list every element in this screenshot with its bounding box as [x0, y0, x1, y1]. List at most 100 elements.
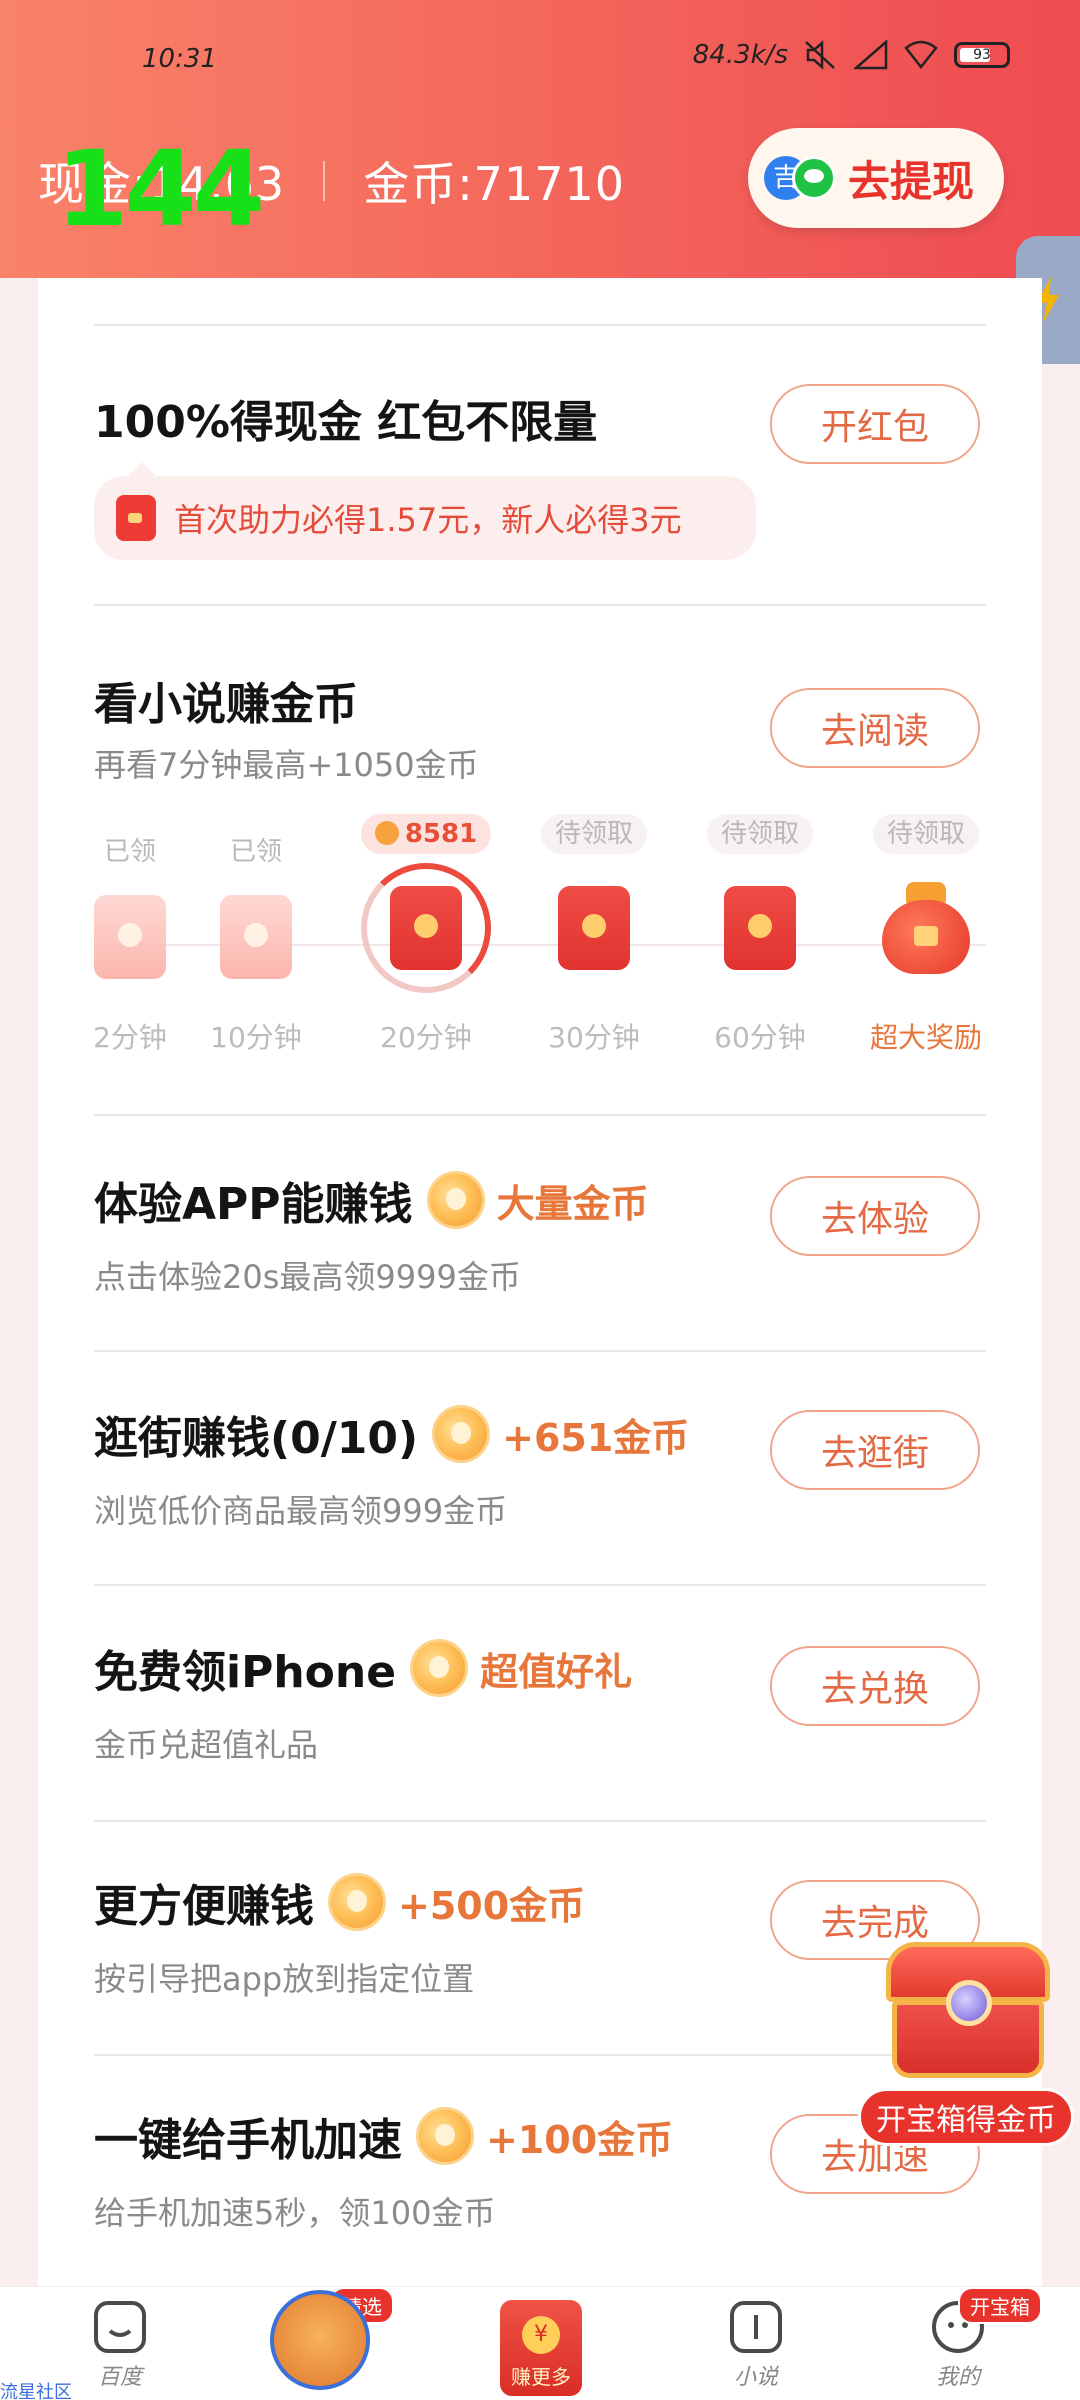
redpacket-icon [116, 495, 156, 541]
step-status: 待领取 [540, 814, 647, 854]
battery-level: 93 [973, 47, 991, 63]
task-title: 更方便赚钱 +500金币 [94, 1870, 585, 1934]
step-label: 2分钟 [93, 1021, 167, 1054]
task-title-text: 更方便赚钱 [94, 1881, 314, 1932]
redeem-button[interactable]: 去兑换 [770, 1646, 980, 1726]
withdraw-label: 去提现 [848, 156, 975, 206]
payment-icons: 吉 [764, 150, 840, 206]
redpacket-tip: 首次助力必得1.57元，新人必得3元 [94, 462, 756, 560]
treasure-button[interactable]: 开宝箱得金币 [858, 2088, 1074, 2146]
treasure-chest-icon[interactable] [872, 1942, 1062, 2092]
task-badge: +100金币 [486, 2117, 674, 2162]
coin-icon: ¥ [522, 2316, 560, 2354]
task-subtitle: 金币兑超值礼品 [94, 1726, 319, 1764]
envelope-icon [390, 886, 462, 970]
divider [94, 2054, 986, 2056]
divider [94, 1820, 986, 1822]
task-subtitle: 点击体验20s最高领9999金币 [94, 1258, 521, 1296]
step-label: 60分钟 [714, 1021, 806, 1054]
reward-step[interactable]: 待领取 60分钟 [690, 814, 830, 1056]
nav-label: 我的 [935, 2365, 980, 2390]
withdraw-button[interactable]: 吉 去提现 [748, 128, 1004, 228]
claimed-envelope-icon [220, 895, 292, 979]
battery-icon: 93 [954, 42, 1010, 68]
home-icon [94, 2301, 146, 2353]
status-icons: 84.3k/s 93 [692, 39, 1010, 70]
claimed-envelope-icon [94, 895, 166, 979]
reward-step-grand[interactable]: 待领取 超大奖励 [856, 814, 996, 1056]
nav-label: 赚更多 [511, 2365, 571, 2389]
coin-icon [410, 1639, 469, 1697]
task-subtitle: 给手机加速5秒，领100金币 [94, 2194, 496, 2232]
task-title: 免费领iPhone 超值好礼 [94, 1636, 632, 1700]
coin-icon [374, 821, 399, 845]
divider [94, 1114, 986, 1116]
step-label: 30分钟 [548, 1021, 640, 1054]
task-title: 看小说赚金币 [94, 679, 358, 730]
coin-balance: 金币:71710 [363, 157, 626, 211]
divider [94, 1584, 986, 1586]
wifi-icon [904, 40, 938, 70]
task-badge: 超值好礼 [480, 1649, 633, 1694]
status-time: 10:31 [142, 44, 217, 74]
task-title-text: 体验APP能赚钱 [94, 1179, 413, 1230]
header: 10:31 84.3k/s 93 现金:14.63 金币:71710 144 吉… [0, 0, 1080, 278]
reward-step[interactable]: 待领取 30分钟 [524, 814, 664, 1056]
divider [94, 324, 986, 326]
task-title: 一键给手机加速 +100金币 [94, 2104, 673, 2168]
task-title-text: 逛街赚钱(0/10) [94, 1413, 419, 1464]
mine-badge: 开宝箱 [958, 2287, 1042, 2324]
step-label: 超大奖励 [869, 1021, 982, 1054]
coin-icon [328, 1873, 386, 1931]
coin-icon [416, 2107, 474, 2165]
redpacket-tip-text: 首次助力必得1.57元，新人必得3元 [174, 501, 682, 539]
task-badge: +500金币 [398, 1883, 586, 1928]
task-subtitle: 再看7分钟最高+1050金币 [94, 746, 479, 784]
wallet-divider [323, 161, 326, 201]
wechat-icon [792, 156, 836, 200]
task-title-text: 免费领iPhone [94, 1647, 397, 1698]
signal-icon [852, 39, 888, 70]
open-redpacket-button[interactable]: 开红包 [770, 384, 980, 464]
reward-step[interactable]: 已领 2分钟 [60, 832, 200, 1056]
reward-step[interactable]: 已领 10分钟 [186, 832, 326, 1056]
step-label: 10分钟 [210, 1021, 302, 1054]
coin-icon [432, 1405, 491, 1463]
go-shopping-button[interactable]: 去逛街 [770, 1410, 980, 1490]
task-subtitle: 按引导把app放到指定位置 [94, 1960, 475, 1998]
mute-icon [804, 40, 838, 70]
step-status: 已领 [229, 837, 282, 867]
step-status-active: 8581 [360, 814, 492, 854]
task-title-text: 一键给手机加速 [94, 2115, 402, 2166]
task-subtitle: 浏览低价商品最高领999金币 [94, 1492, 508, 1530]
task-title: 体验APP能赚钱 大量金币 [94, 1168, 649, 1232]
watermark-tag: 流星社区 [0, 2382, 72, 2400]
progress-ring [361, 863, 491, 993]
divider [94, 1350, 986, 1352]
task-title: 逛街赚钱(0/10) +651金币 [94, 1402, 689, 1466]
try-app-button[interactable]: 去体验 [770, 1176, 980, 1256]
reward-bag-icon [876, 878, 976, 978]
step-status: 已领 [103, 837, 156, 867]
step-coin-amount: 8581 [404, 819, 478, 849]
nav-earn-more[interactable]: ¥ 赚更多 [500, 2300, 582, 2396]
overlay-counter: 144 [56, 128, 265, 250]
step-status: 待领取 [706, 814, 813, 854]
book-icon [730, 2301, 782, 2353]
step-status: 待领取 [872, 814, 979, 854]
step-label: 20分钟 [380, 1021, 472, 1054]
task-badge: 大量金币 [496, 1181, 649, 1226]
nav-label: 小说 [733, 2365, 778, 2390]
network-speed: 84.3k/s [692, 40, 788, 70]
task-badge: +651金币 [502, 1415, 690, 1460]
nav-novel[interactable]: 小说 [696, 2287, 816, 2391]
locked-envelope-icon [724, 886, 796, 970]
nav-home[interactable]: 百度 [60, 2287, 180, 2391]
coin-icon [426, 1171, 485, 1229]
locked-envelope-icon [558, 886, 630, 970]
nav-label: 百度 [97, 2365, 142, 2390]
read-button[interactable]: 去阅读 [770, 688, 980, 768]
featured-avatar[interactable] [270, 2290, 370, 2390]
reward-step-active[interactable]: 8581 20分钟 [346, 814, 506, 1056]
divider [94, 604, 986, 606]
